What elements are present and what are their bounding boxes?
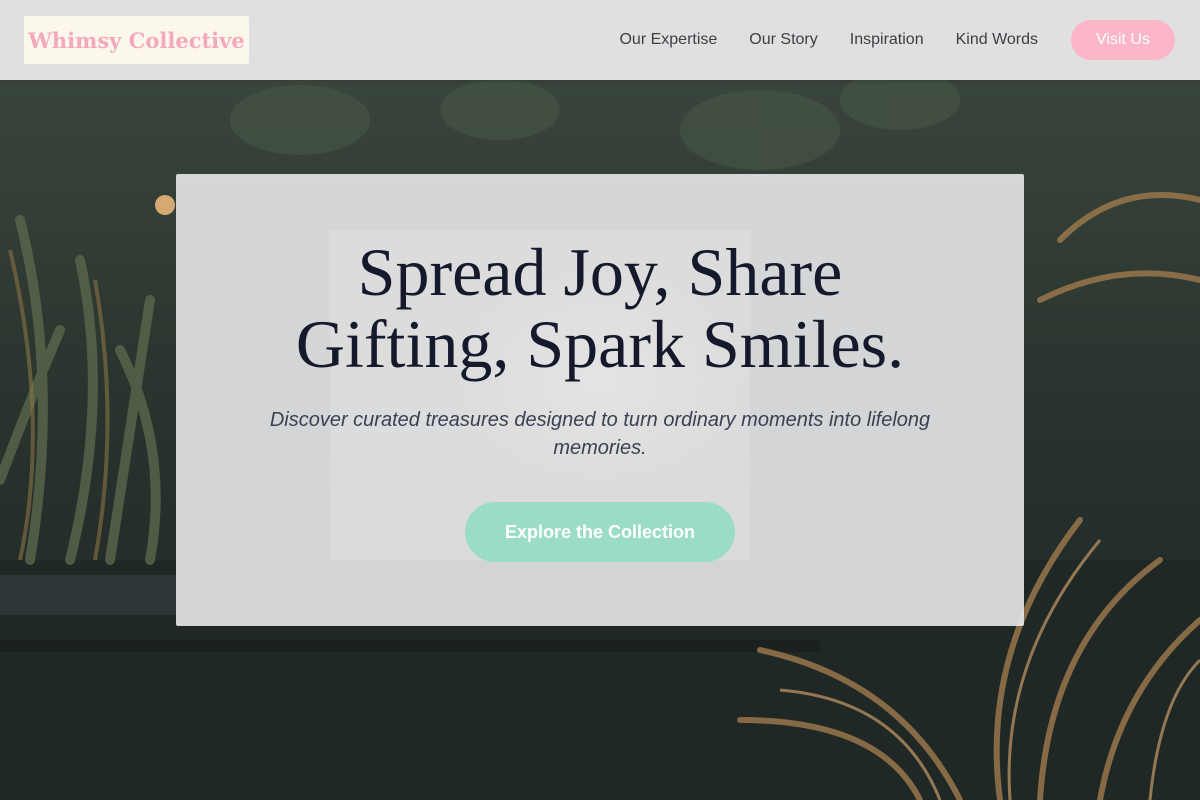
- explore-collection-button[interactable]: Explore the Collection: [465, 502, 735, 562]
- hero-subtitle: Discover curated treasures designed to t…: [269, 409, 931, 459]
- visit-us-button[interactable]: Visit Us: [1071, 20, 1175, 60]
- hero-headline-line-1: Spread Joy, Share: [357, 234, 843, 310]
- hero-headline-line-2: Gifting, Spark Smiles.: [295, 306, 905, 382]
- nav-link-kind-words[interactable]: Kind Words: [956, 31, 1038, 49]
- nav-links: Our Expertise Our Story Inspiration Kind…: [587, 0, 1038, 80]
- hero-headline: Spread Joy, Share Gifting, Spark Smiles.: [176, 236, 1024, 380]
- hero-card: Spread Joy, Share Gifting, Spark Smiles.…: [176, 174, 1024, 626]
- top-navigation-bar: Whimsy Collective Our Expertise Our Stor…: [0, 0, 1200, 80]
- brand-logo[interactable]: Whimsy Collective: [24, 16, 249, 64]
- nav-link-inspiration[interactable]: Inspiration: [850, 31, 924, 49]
- nav-link-our-expertise[interactable]: Our Expertise: [619, 31, 717, 49]
- nav-link-our-story[interactable]: Our Story: [749, 31, 817, 49]
